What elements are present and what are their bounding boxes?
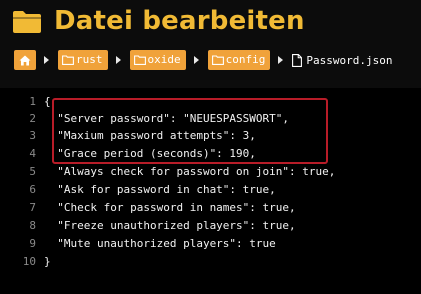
line-number: 6 bbox=[29, 182, 36, 196]
line-number: 4 bbox=[29, 146, 36, 160]
page-title: Datei bearbeiten bbox=[54, 6, 305, 36]
code-line: 7 "Check for password in names": true, bbox=[0, 198, 421, 216]
breadcrumb-folder-config[interactable]: config bbox=[207, 50, 271, 70]
breadcrumb-current-file: Password.json bbox=[292, 54, 392, 67]
breadcrumb-folder-label: rust bbox=[76, 53, 103, 66]
line-text: "Check for password in names": true, bbox=[44, 200, 296, 214]
breadcrumb-folder-label: oxide bbox=[147, 53, 181, 66]
line-number: 7 bbox=[29, 200, 36, 214]
line-number: 3 bbox=[29, 128, 36, 142]
breadcrumb-folder-oxide[interactable]: oxide bbox=[129, 50, 186, 70]
line-text: "Freeze unauthorized players": true, bbox=[44, 218, 296, 232]
page-header: Datei bearbeiten bbox=[12, 2, 305, 40]
breadcrumb-folder-rust[interactable]: rust bbox=[58, 50, 108, 70]
folder-icon bbox=[13, 11, 41, 33]
code-line: 10 } bbox=[0, 252, 421, 270]
folder-icon bbox=[133, 55, 146, 65]
line-number: 1 bbox=[29, 94, 36, 108]
home-icon bbox=[19, 55, 31, 65]
line-number: 5 bbox=[29, 164, 36, 178]
breadcrumb-home[interactable] bbox=[14, 50, 36, 70]
line-text: "Mute unauthorized players": true bbox=[44, 236, 276, 250]
line-text: "Always check for password on join": tru… bbox=[44, 164, 336, 178]
breadcrumb-folder-label: config bbox=[225, 53, 266, 66]
code-line: 9 "Mute unauthorized players": true bbox=[0, 234, 421, 252]
chevron-right-icon bbox=[115, 56, 121, 64]
breadcrumb-file-label: Password.json bbox=[306, 53, 393, 67]
file-editor-page: Datei bearbeiten rust oxide config Passw… bbox=[0, 0, 421, 294]
code-line: 8 "Freeze unauthorized players": true, bbox=[0, 216, 421, 234]
code-line: 6 "Ask for password in chat": true, bbox=[0, 180, 421, 198]
breadcrumb: rust oxide config Password.json bbox=[14, 50, 392, 70]
folder-icon bbox=[211, 55, 224, 65]
folder-icon bbox=[62, 55, 74, 65]
line-number: 10 bbox=[22, 254, 36, 268]
line-number: 9 bbox=[29, 236, 36, 250]
chevron-right-icon bbox=[278, 56, 284, 64]
line-text: } bbox=[44, 254, 51, 268]
highlight-annotation-box bbox=[52, 98, 328, 164]
file-icon bbox=[292, 53, 303, 67]
line-text: { bbox=[44, 94, 51, 108]
code-line: 5 "Always check for password on join": t… bbox=[0, 162, 421, 180]
line-number: 2 bbox=[29, 111, 36, 125]
chevron-right-icon bbox=[44, 56, 49, 64]
chevron-right-icon bbox=[193, 56, 199, 64]
line-text: "Ask for password in chat": true, bbox=[44, 182, 276, 196]
line-number: 8 bbox=[29, 218, 36, 232]
